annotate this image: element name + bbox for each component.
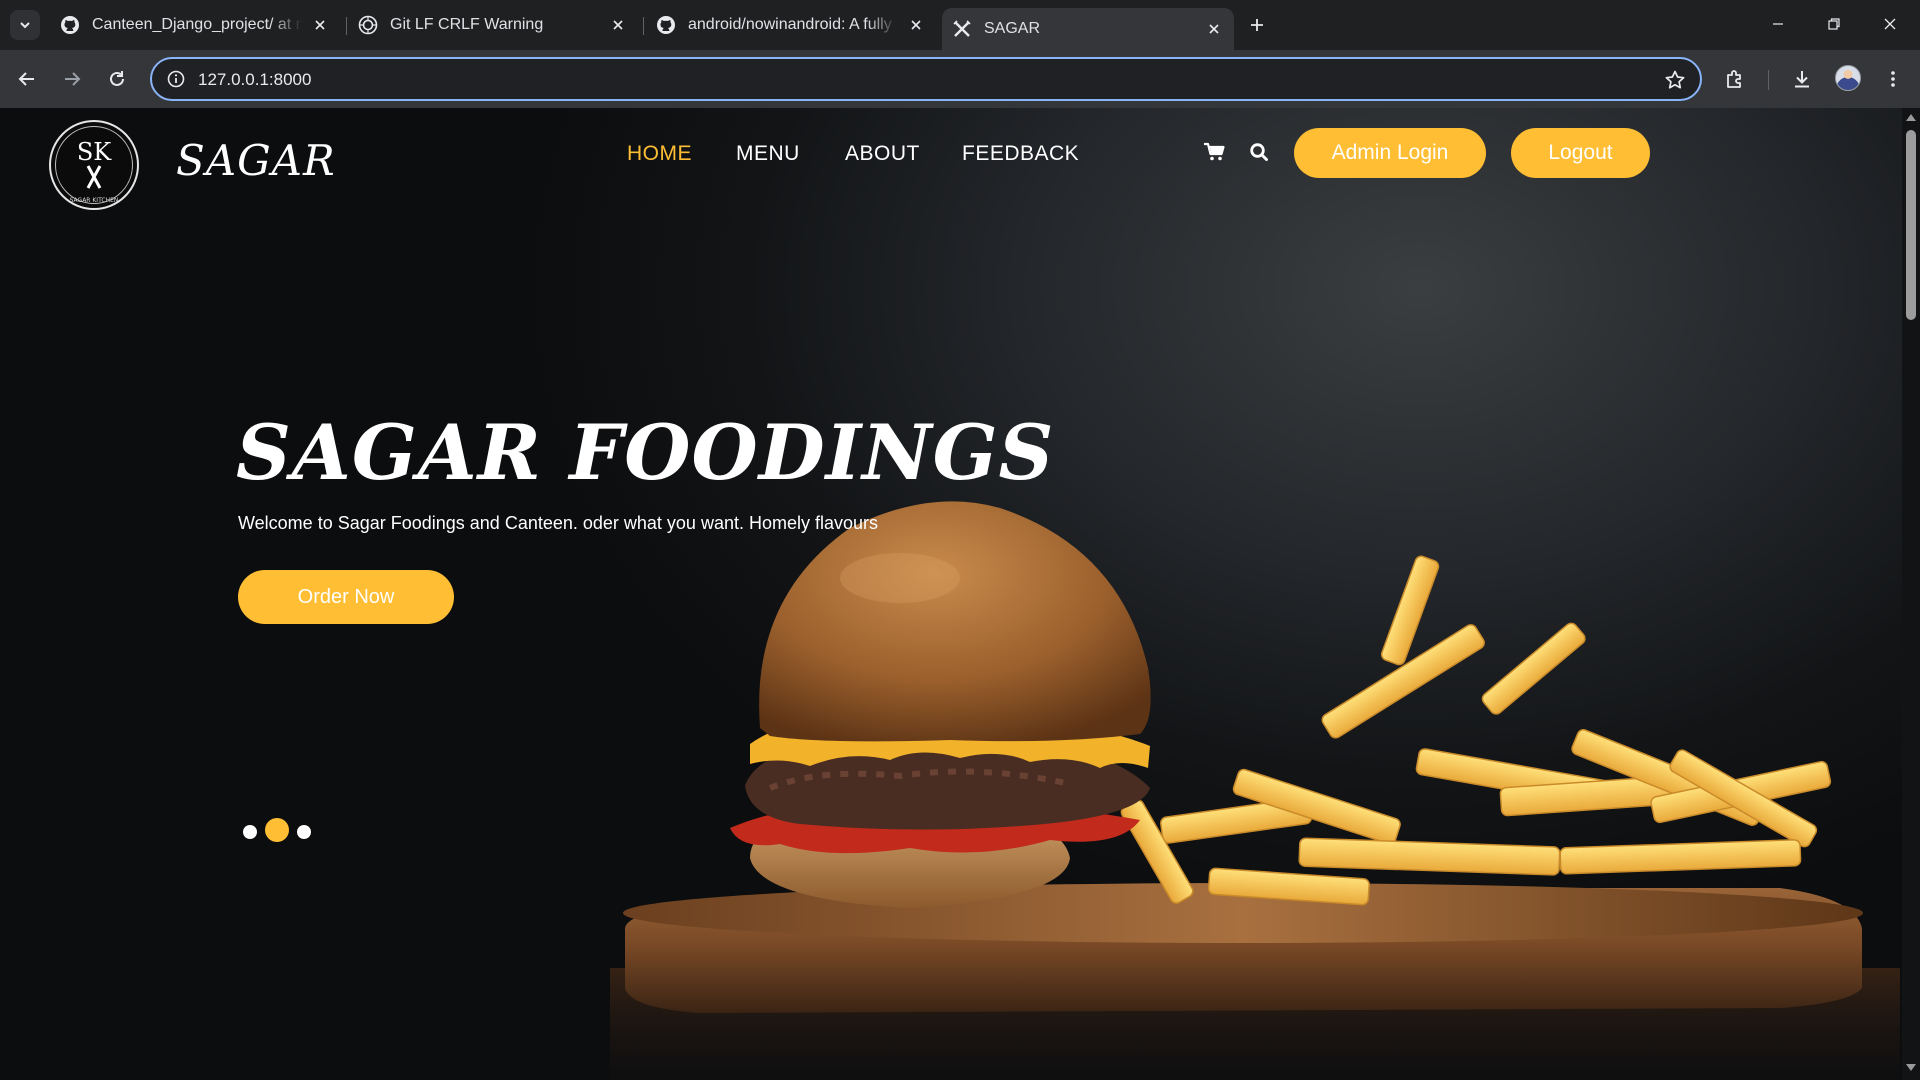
svg-text:SK: SK — [77, 138, 112, 166]
extensions-button[interactable] — [1720, 64, 1750, 94]
browser-tab-sagar[interactable]: SAGAR — [942, 8, 1234, 50]
order-now-button[interactable]: Order Now — [238, 570, 454, 624]
hero-subtitle: Welcome to Sagar Foodings and Canteen. o… — [238, 513, 879, 533]
site-brand[interactable]: SAGAR — [176, 136, 336, 185]
tab-title: Canteen_Django_project/ at ma — [92, 16, 302, 33]
nav-feedback[interactable]: FEEDBACK — [962, 142, 1079, 166]
github-icon — [656, 15, 676, 35]
cart-icon — [1204, 142, 1225, 161]
download-icon — [1795, 71, 1809, 88]
carousel-dot-2[interactable] — [265, 818, 289, 842]
browser-tab-canteen[interactable]: Canteen_Django_project/ at ma — [50, 8, 340, 42]
search-icon — [1250, 143, 1268, 161]
minimize-button[interactable] — [1750, 0, 1806, 48]
close-tab-icon[interactable] — [1204, 19, 1224, 39]
tab-separator — [346, 17, 347, 35]
hero-title: SAGAR FOODINGS — [236, 408, 1055, 497]
fork-knife-icon — [952, 19, 972, 39]
burger-fries-image — [610, 501, 1900, 1080]
back-button[interactable] — [12, 64, 42, 94]
plus-icon — [1251, 19, 1263, 31]
admin-login-button[interactable]: Admin Login — [1294, 128, 1486, 178]
browser-tab-git-warning[interactable]: Git LF CRLF Warning — [348, 8, 638, 42]
logo-emblem: SK SAGAR KITCHEN — [70, 138, 119, 204]
tab-search-button[interactable] — [10, 10, 40, 40]
scrollbar-thumb[interactable] — [1906, 130, 1916, 320]
minimize-icon — [1773, 23, 1783, 25]
openai-icon — [358, 15, 378, 35]
reload-button[interactable] — [102, 64, 132, 94]
web-page: SK SAGAR KITCHEN SAGAR HOME MENU ABOUT F… — [0, 108, 1902, 1080]
arrow-right-icon — [65, 72, 81, 86]
more-vertical-icon — [1891, 71, 1895, 87]
carousel-dot-1[interactable] — [243, 825, 257, 839]
chevron-down-icon — [20, 22, 30, 29]
logout-button[interactable]: Logout — [1511, 128, 1650, 178]
close-tab-icon[interactable] — [906, 15, 926, 35]
toolbar-divider — [1768, 70, 1769, 90]
tab-separator — [643, 17, 644, 35]
reload-icon — [110, 71, 124, 86]
new-tab-button[interactable] — [1244, 12, 1270, 38]
close-tab-icon[interactable] — [310, 15, 330, 35]
browser-tab-nowinandroid[interactable]: android/nowinandroid: A fully f — [646, 8, 936, 42]
profile-avatar[interactable] — [1835, 65, 1861, 91]
nav-about[interactable]: ABOUT — [845, 142, 920, 166]
close-tab-icon[interactable] — [608, 15, 628, 35]
forward-button[interactable] — [57, 64, 87, 94]
puzzle-icon — [1727, 70, 1741, 88]
browser-tab-strip: Canteen_Django_project/ at ma Git LF CRL… — [0, 0, 1920, 50]
tab-title: SAGAR — [984, 20, 1041, 37]
close-window-button[interactable] — [1862, 0, 1918, 48]
nav-menu[interactable]: MENU — [736, 142, 800, 166]
github-icon — [60, 15, 80, 35]
info-icon[interactable] — [166, 69, 186, 89]
arrow-left-icon — [18, 72, 34, 86]
browser-menu-button[interactable] — [1878, 64, 1908, 94]
close-icon — [1884, 18, 1896, 30]
search-button[interactable] — [1245, 138, 1273, 166]
cart-button[interactable] — [1200, 138, 1228, 166]
restore-button[interactable] — [1806, 0, 1862, 48]
address-url: 127.0.0.1:8000 — [198, 70, 312, 89]
nav-home[interactable]: HOME — [627, 142, 692, 166]
scroll-down-arrow[interactable] — [1906, 1064, 1916, 1071]
svg-text:SAGAR KITCHEN: SAGAR KITCHEN — [70, 197, 119, 204]
tab-title: android/nowinandroid: A fully f — [688, 16, 898, 33]
restore-icon — [1828, 18, 1840, 30]
browser-toolbar: 127.0.0.1:8000 — [0, 50, 1920, 108]
site-logo[interactable]: SK SAGAR KITCHEN — [49, 120, 139, 210]
star-icon[interactable] — [1664, 69, 1686, 91]
carousel-dot-3[interactable] — [297, 825, 311, 839]
scroll-up-arrow[interactable] — [1906, 114, 1916, 121]
tab-title: Git LF CRLF Warning — [390, 16, 544, 33]
address-bar[interactable]: 127.0.0.1:8000 — [150, 57, 1702, 101]
downloads-button[interactable] — [1787, 64, 1817, 94]
